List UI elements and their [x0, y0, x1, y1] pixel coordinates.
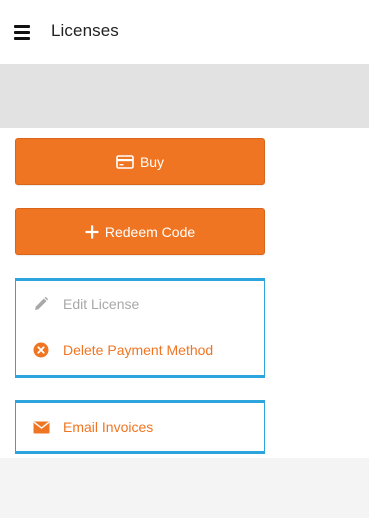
edit-license-label: Edit License [63, 296, 140, 312]
header-band [0, 64, 369, 128]
edit-license-item[interactable]: Edit License [32, 295, 139, 313]
delete-payment-method-label: Delete Payment Method [63, 342, 214, 358]
hamburger-menu-icon[interactable] [14, 24, 32, 40]
top-app-bar: Licenses [0, 0, 369, 64]
buy-button-label: Buy [139, 153, 165, 170]
credit-card-icon [116, 154, 134, 169]
content-footer-area [0, 458, 369, 518]
license-actions-card: Edit License Delete Payment Method [15, 278, 265, 378]
delete-payment-method-item[interactable]: Delete Payment Method [32, 341, 213, 359]
buy-button[interactable]: Buy [15, 138, 265, 185]
pencil-icon [32, 295, 50, 313]
redeem-code-button[interactable]: Redeem Code [15, 208, 265, 255]
email-invoices-item[interactable]: Email Invoices [32, 418, 153, 436]
plus-icon [85, 225, 99, 239]
envelope-icon [32, 418, 50, 436]
redeem-code-button-label: Redeem Code [104, 223, 196, 240]
invoice-actions-card: Email Invoices [15, 400, 265, 454]
main-content: Buy Redeem Code Edit License Delete Paym… [0, 128, 369, 518]
close-circle-icon [32, 341, 50, 359]
email-invoices-label: Email Invoices [63, 419, 154, 435]
page-title: Licenses [51, 21, 119, 40]
